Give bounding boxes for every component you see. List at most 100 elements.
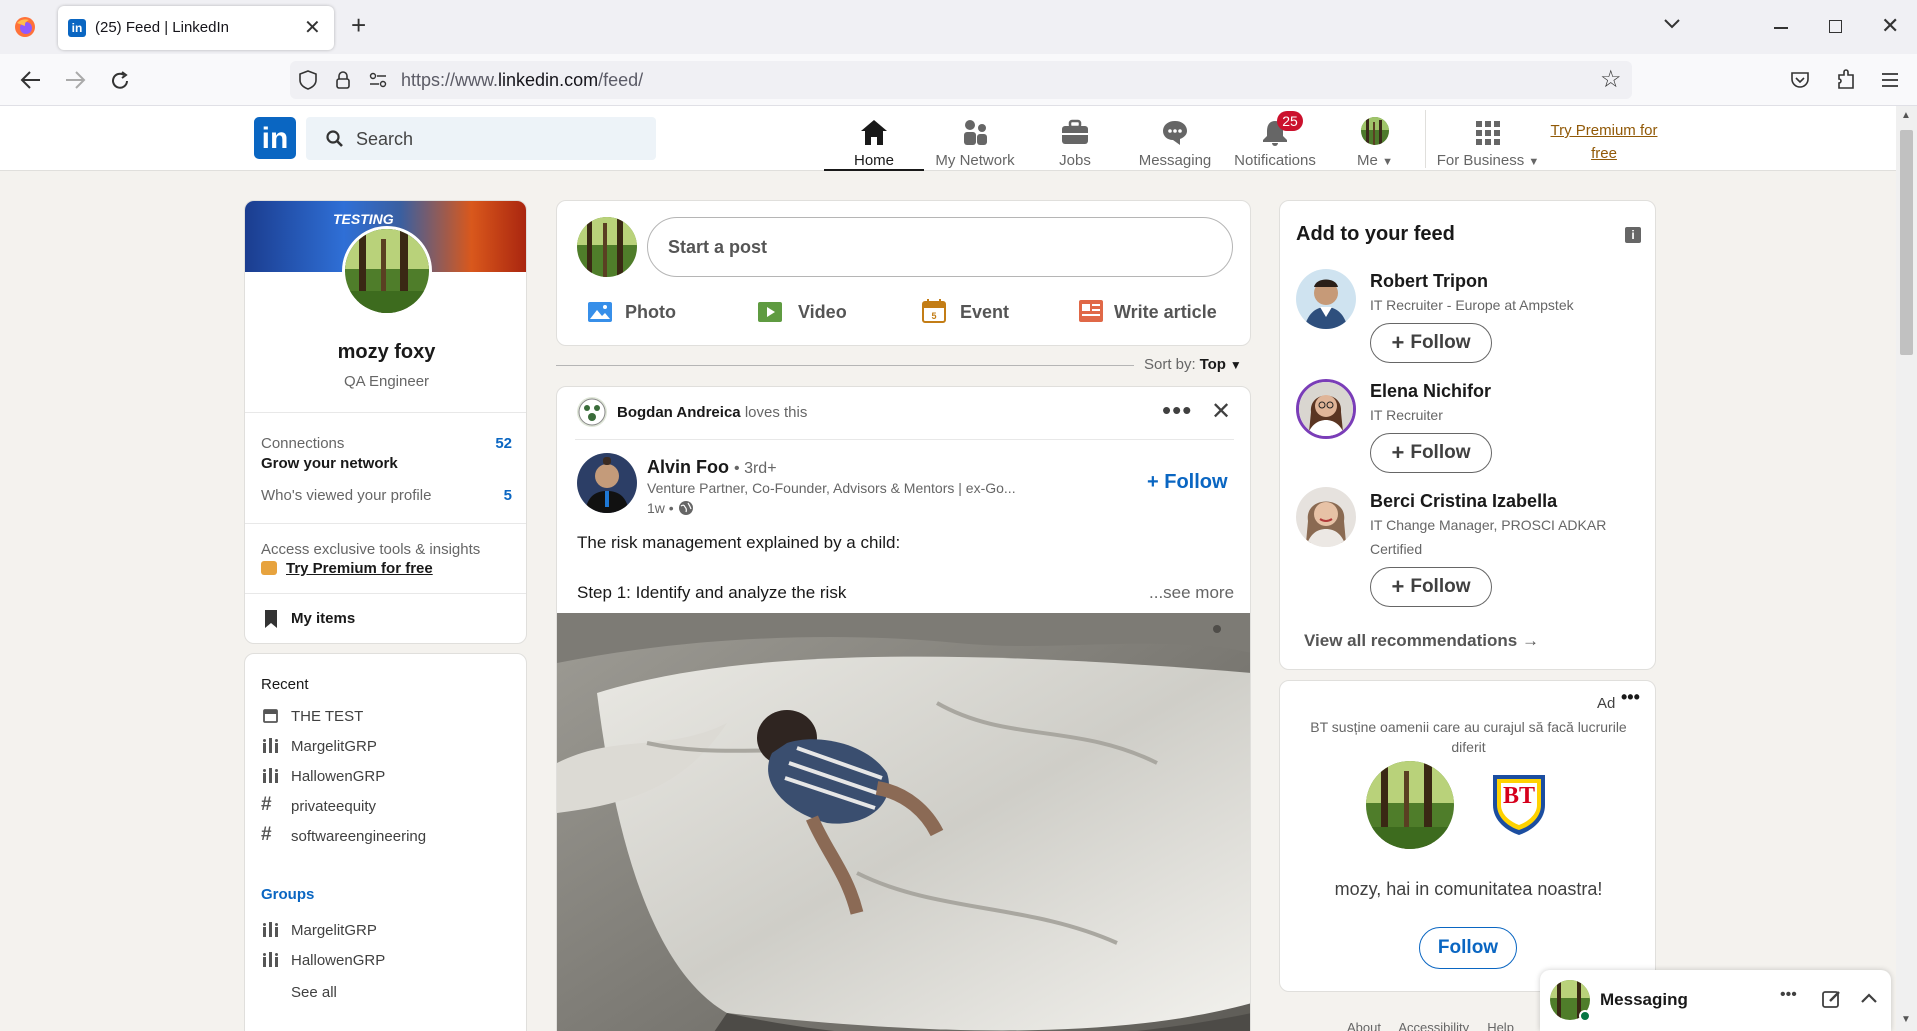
minimize-icon[interactable] xyxy=(1774,27,1788,29)
try-premium-free-link[interactable]: Try Premium for free xyxy=(286,560,433,577)
pocket-icon[interactable] xyxy=(1790,70,1810,90)
compose-icon[interactable] xyxy=(1822,989,1842,1009)
home-icon xyxy=(824,116,924,146)
info-icon[interactable]: i xyxy=(1625,227,1641,243)
shield-icon[interactable] xyxy=(299,70,317,90)
new-tab-icon[interactable]: + xyxy=(351,10,366,41)
photo-button[interactable]: Photo xyxy=(587,293,707,333)
author-name[interactable]: Alvin Foo xyxy=(647,457,729,477)
lock-icon[interactable] xyxy=(335,70,351,90)
reactor-avatar[interactable] xyxy=(577,397,607,427)
footer-link-about[interactable]: About xyxy=(1347,1020,1381,1031)
suggestion-name[interactable]: Elena Nichifor xyxy=(1370,381,1491,402)
suggestion-avatar[interactable] xyxy=(1296,379,1356,439)
menu-hamburger-icon[interactable] xyxy=(1881,72,1899,88)
nav-home[interactable]: Home xyxy=(824,106,924,171)
recent-item[interactable]: # privateequity xyxy=(245,792,528,822)
recent-item[interactable]: # softwareengineering xyxy=(245,822,528,852)
post-time: 1w • xyxy=(647,500,674,516)
url-text[interactable]: https://www.linkedin.com/feed/ xyxy=(401,61,643,99)
event-button[interactable]: 5 Event xyxy=(922,293,1042,333)
url-bar[interactable]: https://www.linkedin.com/feed/ ☆ xyxy=(290,61,1632,99)
reactor-name[interactable]: Bogdan Andreica xyxy=(617,404,741,421)
nav-notifications[interactable]: Notifications 25 xyxy=(1225,106,1325,171)
nav-for-business[interactable]: For Business ▼ xyxy=(1436,106,1540,171)
follow-button[interactable]: + Follow xyxy=(1370,433,1492,473)
recent-item[interactable]: MargelitGRP xyxy=(245,732,528,762)
profile-name[interactable]: mozy foxy xyxy=(245,341,526,364)
ad-description-line1: BT susține oamenii care au curajul să fa… xyxy=(1310,719,1627,735)
scrollbar-thumb[interactable] xyxy=(1900,130,1913,355)
suggestion-name[interactable]: Berci Cristina Izabella xyxy=(1370,491,1557,512)
suggestion-name[interactable]: Robert Tripon xyxy=(1370,271,1488,292)
post-follow-button[interactable]: + Follow xyxy=(1147,471,1228,494)
nav-my-network[interactable]: My Network xyxy=(925,106,1025,171)
post-composer: Start a post Photo Video 5 Event Write a… xyxy=(556,200,1251,346)
messaging-label: Messaging xyxy=(1600,990,1688,1009)
tab-close-icon[interactable]: ✕ xyxy=(304,15,321,40)
suggestion-avatar[interactable] xyxy=(1296,269,1356,329)
group-item[interactable]: MargelitGRP xyxy=(245,916,528,946)
hashtag-icon: # xyxy=(261,824,272,845)
browser-tab[interactable]: in (25) Feed | LinkedIn ✕ xyxy=(58,6,334,50)
groups-title[interactable]: Groups xyxy=(261,886,314,903)
event-label: Event xyxy=(960,302,1010,322)
video-button[interactable]: Video xyxy=(757,293,877,333)
event-icon: 5 xyxy=(922,299,946,323)
profile-viewers-row[interactable]: Who's viewed your profile 5 xyxy=(245,483,526,513)
try-premium-link[interactable]: Try Premium for free xyxy=(1548,119,1660,165)
video-label: Video xyxy=(798,302,847,322)
messaging-overlay[interactable]: Messaging ••• xyxy=(1540,970,1891,1031)
bt-logo[interactable]: BT xyxy=(1489,771,1549,837)
my-items-row[interactable]: My items xyxy=(245,594,526,643)
recent-item[interactable]: HallowenGRP xyxy=(245,762,528,792)
window-close-icon[interactable]: ✕ xyxy=(1881,13,1899,39)
recent-item[interactable]: THE TEST xyxy=(245,702,528,732)
post-dismiss-icon[interactable]: ✕ xyxy=(1211,397,1231,426)
firefox-icon[interactable] xyxy=(14,16,36,38)
post-video[interactable] xyxy=(557,613,1250,1031)
see-more-link[interactable]: ...see more xyxy=(1149,583,1234,603)
view-all-recommendations-link[interactable]: View all recommendations → xyxy=(1304,631,1539,651)
messaging-icon xyxy=(1125,116,1225,146)
bookmark-star-icon[interactable]: ☆ xyxy=(1600,65,1622,94)
footer-link-accessibility[interactable]: Accessibility xyxy=(1398,1020,1469,1031)
sort-dropdown[interactable]: Sort by: Top ▼ xyxy=(1144,356,1254,376)
author-avatar[interactable] xyxy=(577,453,637,513)
permissions-icon[interactable] xyxy=(369,72,387,88)
nav-jobs[interactable]: Jobs xyxy=(1025,106,1125,171)
extensions-icon[interactable] xyxy=(1836,69,1856,91)
nav-for-business-label-wrap: For Business ▼ xyxy=(1436,152,1540,169)
scroll-up-arrow-icon[interactable]: ▲ xyxy=(1901,110,1911,121)
linkedin-header: in Search Home My Network Jobs Messaging… xyxy=(0,106,1896,171)
profile-avatar[interactable] xyxy=(342,226,432,316)
follow-button[interactable]: + Follow xyxy=(1370,323,1492,363)
nav-messaging[interactable]: Messaging xyxy=(1125,106,1225,171)
back-arrow-icon[interactable] xyxy=(20,70,42,90)
messaging-more-icon[interactable]: ••• xyxy=(1780,986,1797,1004)
group-item[interactable]: HallowenGRP xyxy=(245,946,528,976)
reaction-line: Bogdan Andreica loves this xyxy=(617,404,807,421)
chevron-up-icon[interactable] xyxy=(1860,992,1878,1004)
ad-follow-button[interactable]: Follow xyxy=(1419,927,1517,969)
see-all-link[interactable]: See all xyxy=(291,984,337,1001)
start-post-input[interactable]: Start a post xyxy=(647,217,1233,277)
suggestion-avatar[interactable] xyxy=(1296,487,1356,547)
tab-list-chevron-icon[interactable] xyxy=(1663,18,1681,30)
avatar[interactable] xyxy=(577,217,637,277)
reload-icon[interactable] xyxy=(109,70,131,92)
footer-link-help[interactable]: Help xyxy=(1487,1020,1514,1031)
page-scrollbar[interactable]: ▲ ▼ xyxy=(1896,106,1917,1031)
start-post-placeholder: Start a post xyxy=(668,237,768,257)
search-box[interactable]: Search xyxy=(306,117,656,160)
nav-me[interactable]: Me ▼ xyxy=(1325,106,1425,171)
scroll-down-arrow-icon[interactable]: ▼ xyxy=(1901,1014,1911,1025)
post-more-icon[interactable]: ••• xyxy=(1162,395,1192,426)
follow-button[interactable]: + Follow xyxy=(1370,567,1492,607)
connections-row[interactable]: Connections 52 Grow your network xyxy=(245,421,526,481)
write-article-button[interactable]: Write article xyxy=(1079,293,1239,333)
forward-arrow-icon[interactable] xyxy=(64,70,86,90)
restore-icon[interactable] xyxy=(1829,20,1842,33)
ad-more-icon[interactable]: ••• xyxy=(1621,687,1640,708)
linkedin-logo[interactable]: in xyxy=(254,117,296,159)
